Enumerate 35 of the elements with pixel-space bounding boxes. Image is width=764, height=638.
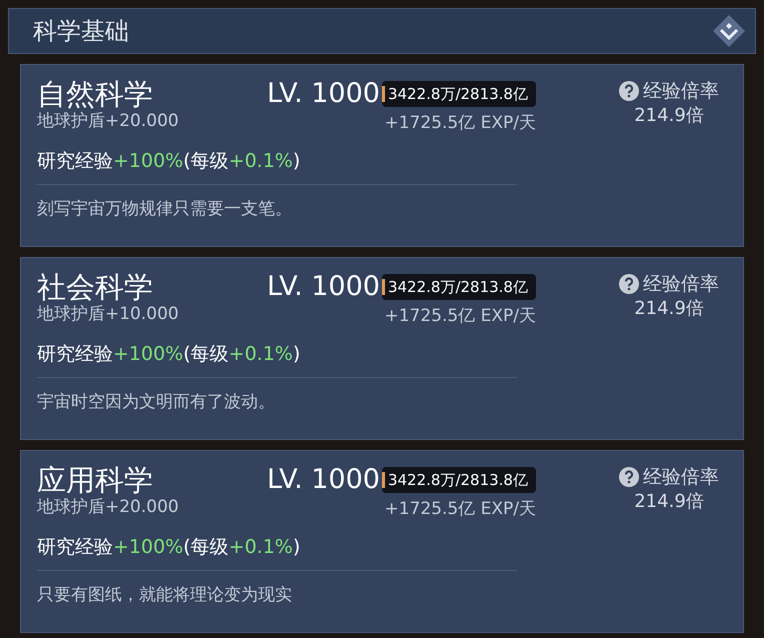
skill-card[interactable]: 自然科学 地球护盾+20.000 LV. 1000 3422.8万/2813.8亿 +1725.5亿 EXP/天 经验倍率 214.9倍 研究经验+100%(每级+0.1%) 刻写宇宙万物规律只需要一支笔。 — [20, 64, 744, 247]
help-icon[interactable] — [619, 81, 639, 102]
multiplier-label: 经验倍率 — [643, 272, 719, 297]
description: 只要有图纸，就能将理论变为现实 — [37, 584, 292, 606]
exp-rate: +1725.5亿 EXP/天 — [384, 498, 536, 521]
collapse-icon[interactable] — [711, 13, 747, 49]
help-icon[interactable] — [619, 467, 639, 488]
multiplier-label: 经验倍率 — [643, 79, 719, 104]
level-text: LV. 1000 — [267, 463, 380, 497]
progress-text: 3422.8万/2813.8亿 — [388, 470, 528, 491]
research-bonus: 研究经验+100%(每级+0.1%) — [37, 535, 300, 560]
exp-rate: +1725.5亿 EXP/天 — [384, 112, 536, 135]
research-bonus: 研究经验+100%(每级+0.1%) — [37, 342, 300, 367]
skill-card[interactable]: 社会科学 地球护盾+10.000 LV. 1000 3422.8万/2813.8亿 +1725.5亿 EXP/天 经验倍率 214.9倍 研究经验+100%(每级+0.1%) 宇宙时空因为文明而有了波动。 — [20, 257, 744, 440]
multiplier-value: 214.9倍 — [634, 106, 704, 126]
help-icon[interactable] — [619, 274, 639, 294]
skill-card[interactable]: 应用科学 地球护盾+20.000 LV. 1000 3422.8万/2813.8亿 +1725.5亿 EXP/天 经验倍率 214.9倍 研究经验+100%(每级+0.1%) 只要有图纸，就能将理论变为现实 — [20, 450, 744, 633]
bonus-text: 地球护盾+20.000 — [37, 497, 180, 517]
progress-text: 3422.8万/2813.8亿 — [388, 276, 528, 298]
multiplier-value: 214.9倍 — [634, 298, 704, 318]
multiplier-label: 经验倍率 — [643, 465, 719, 490]
research-bonus: 研究经验+100%(每级+0.1%) — [37, 149, 300, 174]
description: 宇宙时空因为文明而有了波动。 — [37, 390, 275, 414]
skill-name: 社会科学 — [37, 270, 154, 304]
skill-name: 自然科学 — [37, 77, 154, 111]
level-text: LV. 1000 — [267, 270, 380, 304]
exp-rate: +1725.5亿 EXP/天 — [384, 305, 536, 328]
description: 刻写宇宙万物规律只需要一支笔。 — [37, 198, 292, 220]
multiplier-value: 214.9倍 — [634, 492, 704, 512]
skill-name: 应用科学 — [37, 463, 154, 497]
progress-text: 3422.8万/2813.8亿 — [388, 84, 528, 105]
level-text: LV. 1000 — [267, 77, 380, 111]
bonus-text: 地球护盾+20.000 — [37, 111, 180, 131]
bonus-text: 地球护盾+10.000 — [37, 304, 180, 324]
header-title: 科学基础 — [33, 16, 129, 47]
